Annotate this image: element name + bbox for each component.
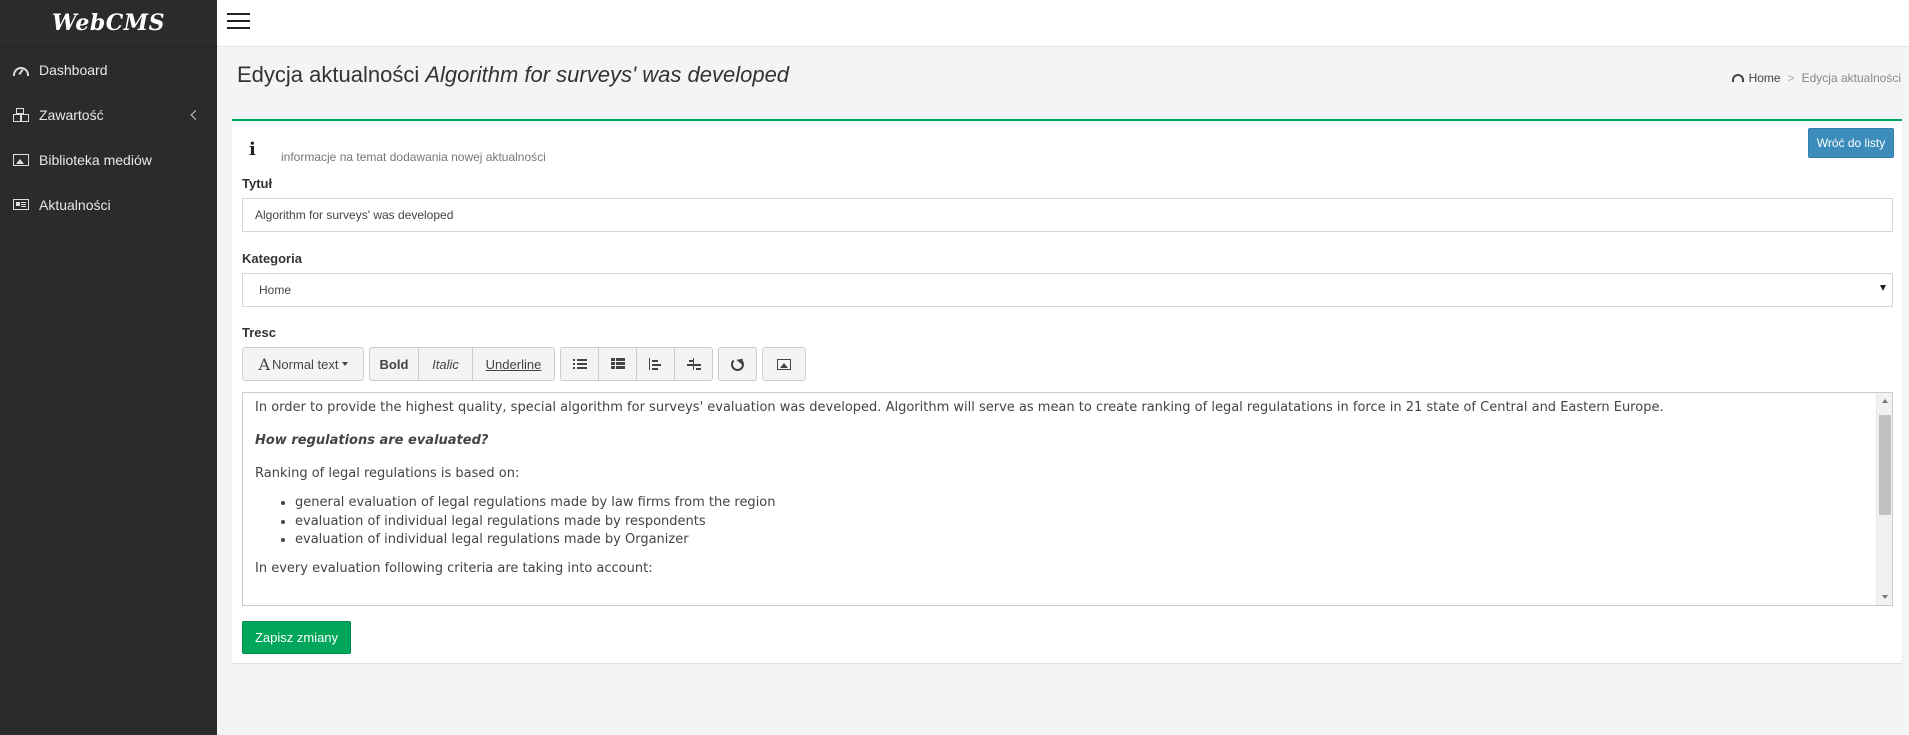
sidebar-item-label: Biblioteka mediów <box>39 151 152 168</box>
ordered-list-button[interactable] <box>598 347 637 381</box>
list-item: evaluation of individual legal regulatio… <box>295 532 1851 549</box>
sidebar-menu: Dashboard Zawartość Biblioteka mediów Ak… <box>0 47 217 227</box>
content-editor[interactable]: In order to provide the highest quality,… <box>242 392 1893 606</box>
sidebar-item-label: Aktualności <box>39 196 111 213</box>
image-group <box>762 347 806 381</box>
scroll-thumb[interactable] <box>1879 415 1891 515</box>
text-style-dropdown[interactable]: A Normal text <box>242 347 364 381</box>
editor-paragraph: Ranking of legal regulations is based on… <box>255 465 520 481</box>
unordered-list-button[interactable] <box>560 347 599 381</box>
indent-button[interactable] <box>674 347 713 381</box>
sidebar-item-zawartosc[interactable]: Zawartość <box>0 92 217 137</box>
dashboard-icon <box>13 67 29 76</box>
breadcrumb: Home > Edycja aktualności <box>1731 71 1901 85</box>
editor-body: In order to provide the highest quality,… <box>243 393 1863 601</box>
list-group <box>560 347 713 381</box>
indent-icon <box>686 358 701 370</box>
html-group <box>718 347 757 381</box>
page-title: Edycja aktualności Algorithm for surveys… <box>237 62 789 88</box>
editor-paragraph: In order to provide the highest quality,… <box>255 400 1664 415</box>
insert-image-button[interactable] <box>762 347 806 381</box>
editor-toolbar: A Normal text Bold Italic Underline <box>242 347 811 381</box>
dashboard-icon <box>1731 74 1744 82</box>
title-input-value: Algorithm for surveys' was developed <box>255 208 454 222</box>
top-navbar <box>217 0 1909 47</box>
info-row: i informacje na temat dodawania nowej ak… <box>249 139 546 164</box>
category-select[interactable]: Home <box>242 273 1893 307</box>
sidebar-item-label: Zawartość <box>39 106 104 123</box>
dropdown-arrow-icon <box>1880 285 1886 291</box>
italic-button[interactable]: Italic <box>418 347 473 381</box>
sidebar: WebCMS Dashboard Zawartość Biblioteka me… <box>0 0 217 735</box>
hamburger-menu-icon[interactable] <box>227 13 251 33</box>
back-to-list-button[interactable]: Wróć do listy <box>1808 128 1894 158</box>
chevron-left-icon <box>190 109 201 120</box>
info-icon: i <box>249 139 256 160</box>
category-label: Kategoria <box>242 251 302 266</box>
list-ol-icon <box>610 358 625 370</box>
list-ul-icon <box>572 358 587 370</box>
emphasis-group: Bold Italic Underline <box>369 347 555 381</box>
bold-button[interactable]: Bold <box>369 347 419 381</box>
editor-list: general evaluation of legal regulations … <box>255 495 1851 550</box>
breadcrumb-home-link[interactable]: Home <box>1749 71 1781 85</box>
image-icon <box>13 153 29 166</box>
page-title-prefix: Edycja aktualności <box>237 62 420 87</box>
caret-down-icon <box>341 362 348 366</box>
font-icon: A <box>258 354 271 374</box>
editor-heading: How regulations are evaluated? <box>255 432 489 448</box>
scroll-up-icon[interactable] <box>1882 399 1888 403</box>
sidebar-item-biblioteka-mediow[interactable]: Biblioteka mediów <box>0 137 217 182</box>
text-style-label: Normal text <box>272 356 339 372</box>
breadcrumb-separator: > <box>1787 71 1795 85</box>
sidebar-item-aktualnosci[interactable]: Aktualności <box>0 182 217 227</box>
content-label: Tresc <box>242 325 276 340</box>
brand-name: WebCMS <box>51 10 166 36</box>
editor-paragraph: In every evaluation following criteria a… <box>255 561 653 577</box>
breadcrumb-current: Edycja aktualności <box>1801 71 1901 85</box>
picture-icon <box>777 358 791 370</box>
cubes-icon <box>13 107 29 122</box>
brand-logo[interactable]: WebCMS <box>0 0 217 47</box>
save-changes-button[interactable]: Zapisz zmiany <box>242 621 351 654</box>
edit-news-box: Wróć do listy i informacje na temat doda… <box>232 119 1902 663</box>
text-style-group: A Normal text <box>242 347 364 381</box>
list-item: evaluation of individual legal regulatio… <box>295 514 1851 531</box>
outdent-icon <box>648 358 663 370</box>
scroll-down-icon[interactable] <box>1882 595 1888 599</box>
page-title-subject: Algorithm for surveys' was developed <box>425 62 790 87</box>
outdent-button[interactable] <box>636 347 675 381</box>
underline-button[interactable]: Underline <box>472 347 555 381</box>
sidebar-item-dashboard[interactable]: Dashboard <box>0 47 217 92</box>
newspaper-icon <box>13 199 29 210</box>
title-label: Tytuł <box>242 176 273 191</box>
info-text: informacje na temat dodawania nowej aktu… <box>281 150 546 164</box>
editor-scrollbar[interactable] <box>1876 393 1892 605</box>
sidebar-item-label: Dashboard <box>39 61 108 78</box>
list-item: general evaluation of legal regulations … <box>295 495 1851 512</box>
category-select-value: Home <box>259 283 292 297</box>
refresh-icon <box>731 357 744 371</box>
title-input[interactable]: Algorithm for surveys' was developed <box>242 198 1893 232</box>
html-view-button[interactable] <box>718 347 757 381</box>
